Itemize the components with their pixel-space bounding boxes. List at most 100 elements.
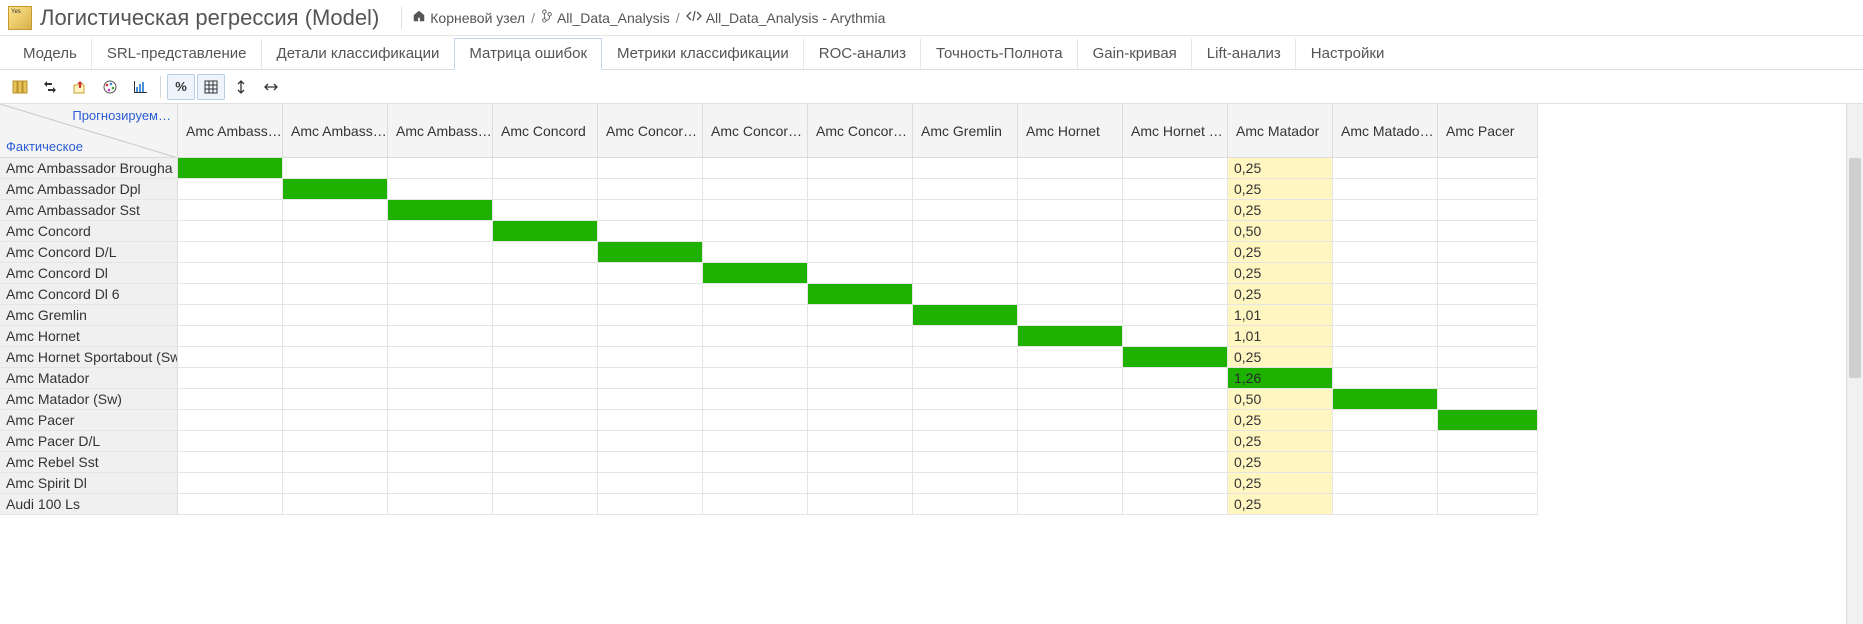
matrix-cell[interactable]: [703, 368, 808, 389]
matrix-cell[interactable]: [1018, 368, 1123, 389]
matrix-cell[interactable]: [178, 347, 283, 368]
matrix-cell[interactable]: [1018, 389, 1123, 410]
export-button[interactable]: [66, 74, 94, 100]
matrix-cell[interactable]: [1018, 263, 1123, 284]
matrix-cell[interactable]: [388, 179, 493, 200]
matrix-cell[interactable]: [493, 158, 598, 179]
matrix-cell[interactable]: [703, 431, 808, 452]
matrix-cell[interactable]: [493, 221, 598, 242]
matrix-cell[interactable]: [1123, 158, 1228, 179]
column-header[interactable]: Amc Concor…: [703, 104, 808, 158]
matrix-cell[interactable]: [808, 494, 913, 515]
matrix-cell[interactable]: [598, 305, 703, 326]
matrix-cell[interactable]: [913, 389, 1018, 410]
matrix-cell[interactable]: [703, 263, 808, 284]
matrix-cell[interactable]: [703, 389, 808, 410]
breadcrumb-item[interactable]: All_Data_Analysis: [541, 9, 670, 26]
matrix-cell[interactable]: [1123, 410, 1228, 431]
matrix-cell[interactable]: 0,25: [1228, 494, 1333, 515]
matrix-cell[interactable]: [808, 158, 913, 179]
matrix-cell[interactable]: [703, 473, 808, 494]
matrix-cell[interactable]: [1438, 326, 1538, 347]
matrix-cell[interactable]: 1,01: [1228, 326, 1333, 347]
row-header[interactable]: Amc Rebel Sst: [0, 452, 178, 473]
matrix-cell[interactable]: [808, 431, 913, 452]
matrix-cell[interactable]: [1123, 431, 1228, 452]
matrix-cell[interactable]: [178, 326, 283, 347]
matrix-cell[interactable]: [703, 179, 808, 200]
matrix-cell[interactable]: [808, 326, 913, 347]
matrix-cell[interactable]: [913, 158, 1018, 179]
matrix-cell[interactable]: [1438, 368, 1538, 389]
matrix-cell[interactable]: [913, 494, 1018, 515]
matrix-cell[interactable]: [1018, 158, 1123, 179]
matrix-cell[interactable]: [1438, 389, 1538, 410]
matrix-cell[interactable]: 0,25: [1228, 242, 1333, 263]
matrix-cell[interactable]: [1438, 179, 1538, 200]
matrix-cell[interactable]: 1,01: [1228, 305, 1333, 326]
matrix-cell[interactable]: [178, 494, 283, 515]
matrix-cell[interactable]: [283, 452, 388, 473]
matrix-cell[interactable]: [283, 263, 388, 284]
matrix-cell[interactable]: [283, 347, 388, 368]
breadcrumb-item[interactable]: Корневой узел: [412, 9, 525, 26]
matrix-cell[interactable]: [913, 179, 1018, 200]
matrix-cell[interactable]: [178, 221, 283, 242]
matrix-cell[interactable]: [1123, 389, 1228, 410]
matrix-cell[interactable]: [1438, 494, 1538, 515]
matrix-cell[interactable]: [283, 494, 388, 515]
matrix-cell[interactable]: [1018, 326, 1123, 347]
tab-lift[interactable]: Lift-анализ: [1192, 38, 1296, 69]
matrix-cell[interactable]: [283, 179, 388, 200]
matrix-cell[interactable]: [598, 431, 703, 452]
matrix-cell[interactable]: [808, 347, 913, 368]
matrix-cell[interactable]: [493, 326, 598, 347]
matrix-cell[interactable]: [1018, 284, 1123, 305]
matrix-cell[interactable]: [703, 452, 808, 473]
matrix-cell[interactable]: [283, 242, 388, 263]
matrix-cell[interactable]: [1123, 368, 1228, 389]
matrix-cell[interactable]: [388, 452, 493, 473]
matrix-cell[interactable]: [1333, 179, 1438, 200]
matrix-cell[interactable]: [388, 263, 493, 284]
matrix-cell[interactable]: [1438, 473, 1538, 494]
matrix-cell[interactable]: [808, 221, 913, 242]
tab-settings[interactable]: Настройки: [1296, 38, 1400, 69]
matrix-cell[interactable]: [703, 221, 808, 242]
row-header[interactable]: Amc Matador (Sw): [0, 389, 178, 410]
matrix-cell[interactable]: [808, 389, 913, 410]
matrix-cell[interactable]: [283, 200, 388, 221]
matrix-cell[interactable]: [1333, 347, 1438, 368]
swap-button[interactable]: [36, 74, 64, 100]
matrix-cell[interactable]: [1123, 347, 1228, 368]
row-header[interactable]: Amc Pacer D/L: [0, 431, 178, 452]
matrix-cell[interactable]: [1438, 284, 1538, 305]
matrix-cell[interactable]: [913, 263, 1018, 284]
tab-roc[interactable]: ROC-анализ: [804, 38, 921, 69]
matrix-cell[interactable]: [1123, 284, 1228, 305]
matrix-cell[interactable]: [913, 221, 1018, 242]
matrix-cell[interactable]: [1123, 263, 1228, 284]
matrix-cell[interactable]: [283, 221, 388, 242]
matrix-cell[interactable]: [808, 473, 913, 494]
matrix-cell[interactable]: [703, 305, 808, 326]
matrix-cell[interactable]: [913, 410, 1018, 431]
matrix-cell[interactable]: [1438, 263, 1538, 284]
matrix-cell[interactable]: [703, 200, 808, 221]
matrix-cell[interactable]: [1123, 200, 1228, 221]
matrix-cell[interactable]: [178, 452, 283, 473]
matrix-cell[interactable]: [808, 305, 913, 326]
matrix-cell[interactable]: [493, 473, 598, 494]
matrix-cell[interactable]: [703, 158, 808, 179]
matrix-cell[interactable]: [1018, 494, 1123, 515]
matrix-cell[interactable]: [703, 410, 808, 431]
matrix-cell[interactable]: [913, 452, 1018, 473]
matrix-cell[interactable]: [1333, 494, 1438, 515]
matrix-cell[interactable]: [1333, 368, 1438, 389]
column-header[interactable]: Amc Pacer: [1438, 104, 1538, 158]
matrix-cell[interactable]: [1438, 221, 1538, 242]
matrix-cell[interactable]: 0,25: [1228, 473, 1333, 494]
matrix-cell[interactable]: [1333, 263, 1438, 284]
matrix-cell[interactable]: 0,25: [1228, 263, 1333, 284]
matrix-cell[interactable]: [493, 368, 598, 389]
